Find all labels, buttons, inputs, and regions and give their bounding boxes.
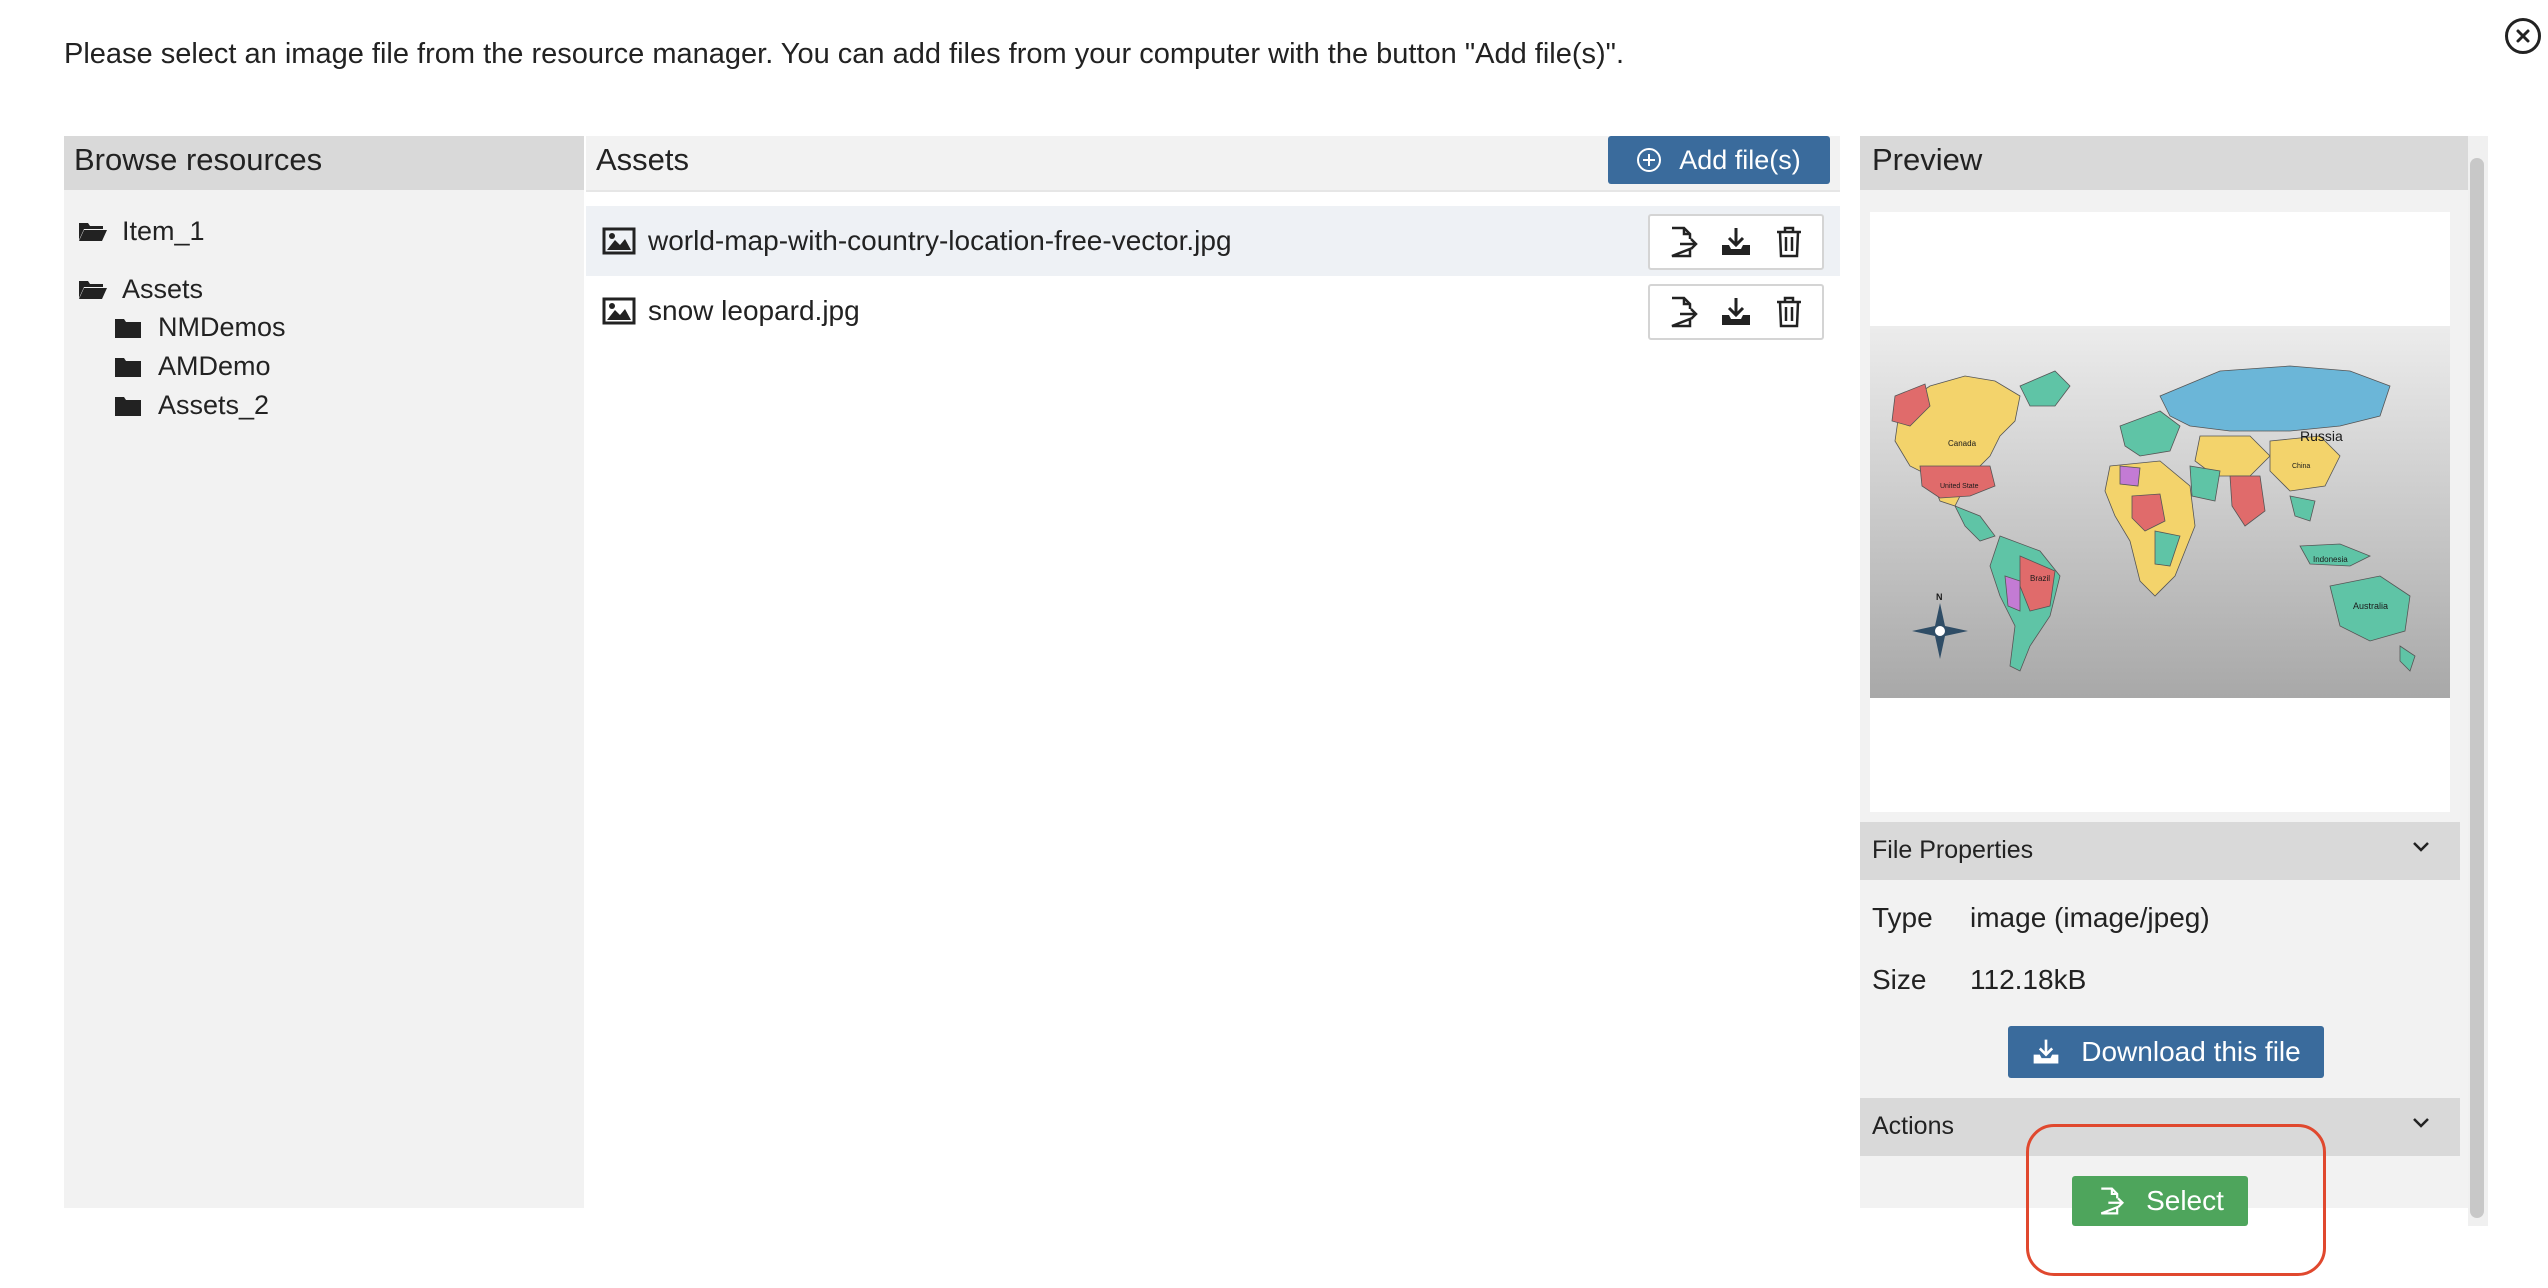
map-label-north: N bbox=[1936, 592, 1943, 602]
map-label-australia: Australia bbox=[2353, 601, 2388, 611]
insert-file-button[interactable] bbox=[1664, 293, 1702, 331]
insert-file-button[interactable] bbox=[1664, 223, 1702, 261]
assets-header: Assets Add file(s) bbox=[586, 136, 1840, 192]
preview-panel: Preview Russia Canada United State Brazi… bbox=[1860, 136, 2488, 1226]
map-label-china: China bbox=[2292, 463, 2310, 470]
file-row[interactable]: world-map-with-country-location-free-vec… bbox=[586, 206, 1840, 276]
resource-tree: Item_1 Assets NMDemos AMDemo Assets_2 bbox=[64, 190, 584, 425]
folder-icon bbox=[114, 393, 146, 419]
download-icon bbox=[1721, 228, 1750, 255]
property-value: 112.18kB bbox=[1970, 964, 2087, 995]
property-value: image (image/jpeg) bbox=[1970, 902, 2210, 933]
map-label-canada: Canada bbox=[1948, 439, 1977, 448]
download-file-button[interactable] bbox=[1717, 223, 1755, 261]
instructions-text: Please select an image file from the res… bbox=[64, 38, 1625, 70]
actions-label: Actions bbox=[1872, 1112, 1954, 1140]
chevron-down-icon bbox=[2413, 1118, 2429, 1128]
scrollbar-thumb[interactable] bbox=[2470, 158, 2484, 1218]
tree-item-label: Assets bbox=[122, 273, 204, 304]
tree-item-label: AMDemo bbox=[158, 351, 271, 381]
preview-box: Russia Canada United State Brazil Indone… bbox=[1870, 212, 2450, 812]
property-key: Type bbox=[1872, 902, 1933, 933]
file-properties-label: File Properties bbox=[1872, 836, 2034, 864]
property-key: Size bbox=[1872, 964, 1927, 995]
plus-circle-icon bbox=[1637, 148, 1662, 172]
folder-open-icon bbox=[78, 218, 110, 244]
folder-icon bbox=[114, 315, 146, 341]
add-files-label: Add file(s) bbox=[1679, 144, 1801, 175]
image-file-icon bbox=[602, 297, 636, 325]
tree-item-amdemo[interactable]: AMDemo bbox=[64, 347, 584, 386]
world-map-image: Russia Canada United State Brazil Indone… bbox=[1870, 326, 2450, 698]
property-type: Type image (image/jpeg) bbox=[1872, 902, 2210, 934]
preview-header: Preview bbox=[1860, 136, 2488, 190]
file-name: snow leopard.jpg bbox=[648, 295, 860, 326]
actions-toggle[interactable]: Actions bbox=[1860, 1098, 2460, 1156]
tree-item-label: Item_1 bbox=[122, 215, 205, 246]
file-export-icon bbox=[1671, 296, 1698, 328]
file-actions bbox=[1648, 214, 1824, 270]
download-file-button[interactable] bbox=[1717, 293, 1755, 331]
delete-file-button[interactable] bbox=[1770, 293, 1808, 331]
file-name: world-map-with-country-location-free-vec… bbox=[648, 225, 1232, 256]
file-export-icon bbox=[1671, 226, 1698, 258]
tree-item-assets-2[interactable]: Assets_2 bbox=[64, 386, 584, 425]
trash-icon bbox=[1777, 226, 1802, 258]
tree-item-label: NMDemos bbox=[158, 312, 286, 342]
file-export-icon bbox=[2100, 1187, 2125, 1215]
folder-icon bbox=[114, 354, 146, 380]
file-row[interactable]: snow leopard.jpg bbox=[586, 276, 1840, 346]
tree-item-item-1[interactable]: Item_1 bbox=[64, 212, 584, 250]
property-size: Size 112.18kB bbox=[1872, 964, 2086, 996]
assets-title: Assets bbox=[596, 142, 690, 177]
close-icon bbox=[2516, 29, 2530, 43]
download-label: Download this file bbox=[2081, 1036, 2301, 1067]
download-this-file-button[interactable]: Download this file bbox=[2008, 1026, 2324, 1078]
folder-open-icon bbox=[78, 276, 110, 302]
select-button[interactable]: Select bbox=[2072, 1176, 2248, 1226]
tree-item-assets[interactable]: Assets bbox=[64, 270, 584, 308]
assets-panel: Assets Add file(s) world-map-with-countr… bbox=[586, 136, 1840, 1208]
browse-resources-panel: Browse resources Item_1 Assets NMDemos A… bbox=[64, 136, 584, 1208]
image-file-icon bbox=[602, 227, 636, 255]
map-label-russia: Russia bbox=[2300, 428, 2343, 444]
close-button[interactable] bbox=[2505, 18, 2541, 54]
download-icon bbox=[1721, 298, 1750, 325]
tree-item-nmdemos[interactable]: NMDemos bbox=[64, 308, 584, 347]
file-actions bbox=[1648, 284, 1824, 340]
add-files-button[interactable]: Add file(s) bbox=[1608, 136, 1830, 184]
map-label-indonesia: Indonesia bbox=[2313, 555, 2348, 564]
download-icon bbox=[2033, 1039, 2059, 1064]
delete-file-button[interactable] bbox=[1770, 223, 1808, 261]
file-list: world-map-with-country-location-free-vec… bbox=[586, 192, 1840, 346]
file-properties-toggle[interactable]: File Properties bbox=[1860, 822, 2460, 880]
browse-resources-header: Browse resources bbox=[64, 136, 584, 190]
map-label-united-state: United State bbox=[1940, 483, 1979, 490]
map-label-brazil: Brazil bbox=[2030, 574, 2050, 583]
trash-icon bbox=[1777, 296, 1802, 328]
chevron-down-icon bbox=[2413, 842, 2429, 852]
select-label: Select bbox=[2146, 1185, 2224, 1216]
tree-item-label: Assets_2 bbox=[158, 390, 270, 420]
